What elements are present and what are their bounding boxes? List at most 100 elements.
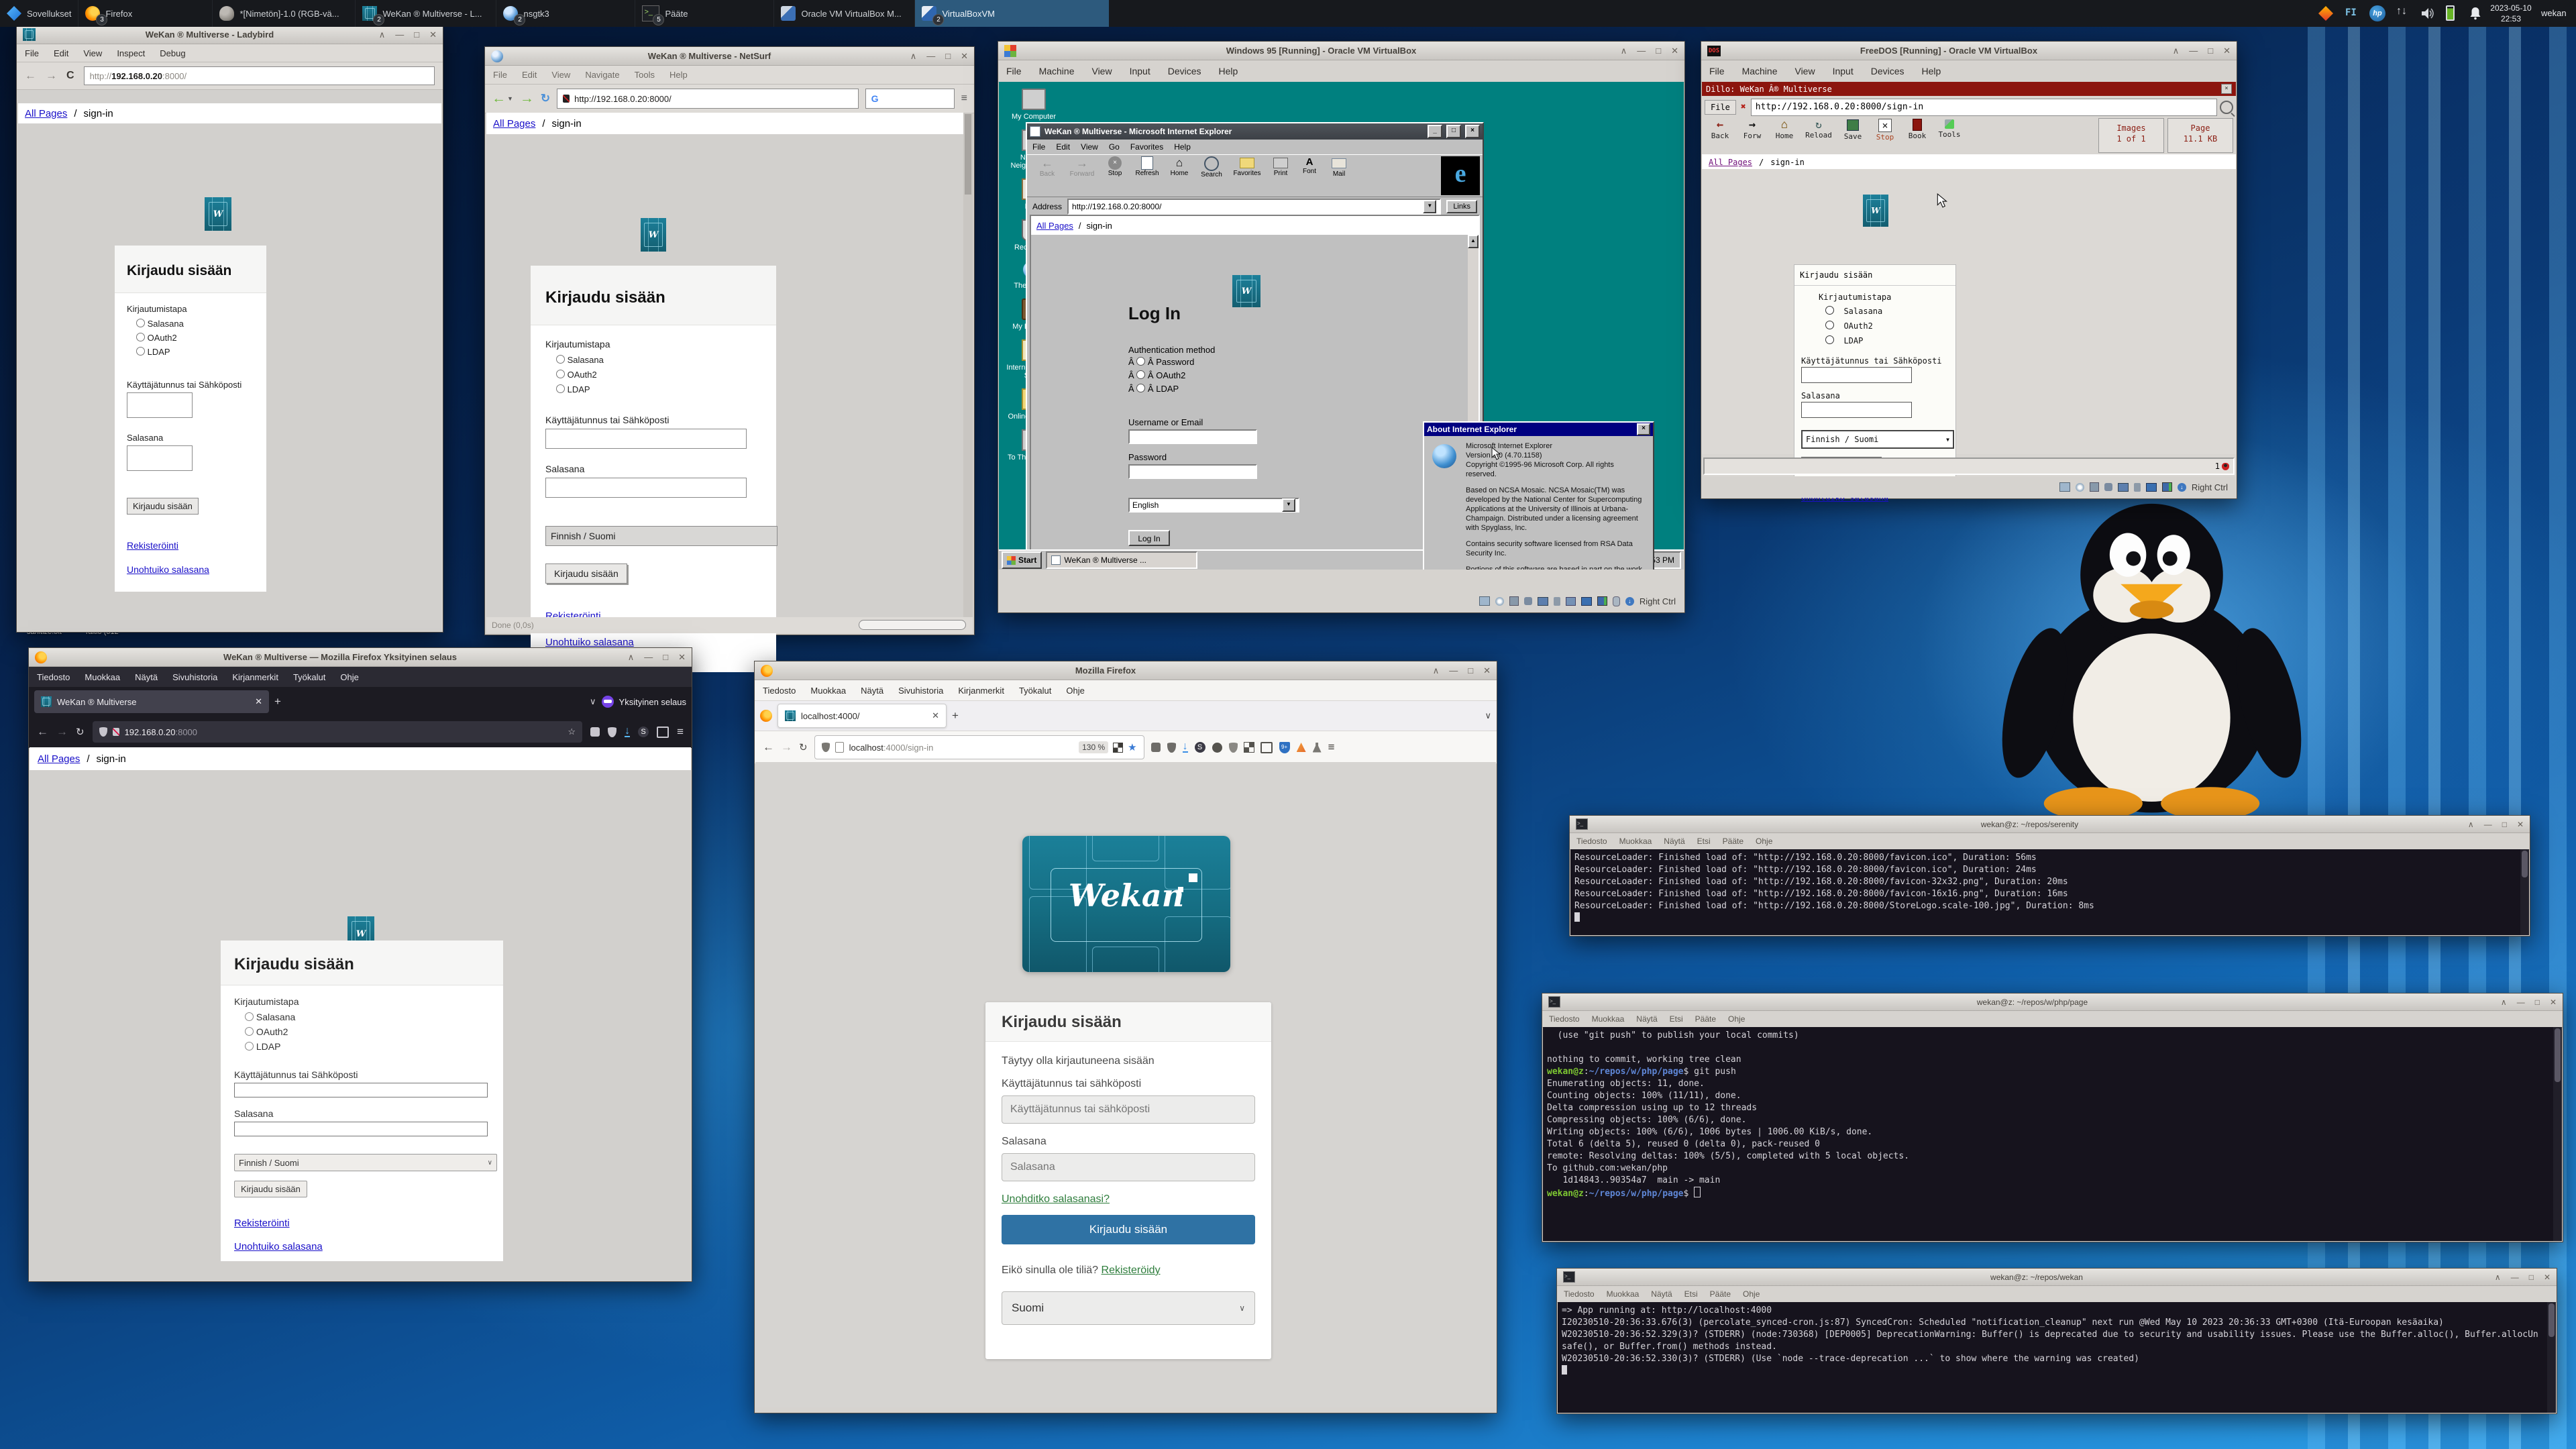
menu-tiedosto[interactable]: Tiedosto [1576,837,1607,846]
radio-icon[interactable] [1825,321,1834,329]
minimize-roll-icon[interactable]: ∧ [2468,820,2474,829]
ie-titlebar[interactable]: WeKan ® Multiverse - Microsoft Internet … [1027,123,1483,140]
menu-favorites[interactable]: Favorites [1130,142,1163,152]
taskbar-item-gimp[interactable]: *[Nimetön]-1.0 (RGB-vä... [212,0,355,27]
notification-icon[interactable] [2318,6,2333,21]
language-select[interactable]: Finnish / Suomi [545,526,777,546]
ie-favorites-button[interactable]: Favorites [1228,156,1266,195]
url-bar[interactable]: http://192.168.0.20:8000/ [557,89,858,109]
menu-machine[interactable]: Machine [1039,66,1075,76]
minimize-roll-icon[interactable]: ∧ [379,30,386,40]
radio-icon[interactable] [1136,384,1145,392]
minimize-roll-icon[interactable]: ∧ [1433,665,1440,676]
dark-extension-icon[interactable] [1212,743,1222,753]
maximize-icon[interactable]: □ [2502,820,2507,829]
menu-view[interactable]: View [1081,142,1098,152]
search-icon[interactable] [2220,101,2233,114]
username-input[interactable] [234,1083,488,1097]
menu-file[interactable]: File [1032,142,1045,152]
file-menu-button[interactable]: File [1705,100,1736,115]
password-input[interactable] [1128,464,1257,479]
menu-input[interactable]: Input [1833,66,1854,76]
menu-muokkaa[interactable]: Muokkaa [85,672,120,682]
applications-menu[interactable]: Sovellukset [0,0,78,27]
menu-input[interactable]: Input [1130,66,1150,76]
menu-paate[interactable]: Pääte [1695,1014,1716,1024]
s-extension-icon[interactable]: S [638,727,649,737]
menu-devices[interactable]: Devices [1168,66,1201,76]
download-icon[interactable]: ↓ [1183,742,1188,753]
menu-view[interactable]: View [551,70,570,80]
select-dropdown-icon[interactable]: ▼ [1946,437,1949,443]
ie-search-button[interactable]: Search [1195,156,1228,195]
menu-kirjanmerkit[interactable]: Kirjanmerkit [958,686,1004,696]
taskbar-item-terminal[interactable]: >_ Pääte 5 [635,0,773,27]
menu-muokkaa[interactable]: Muokkaa [1619,837,1652,846]
menu-help[interactable]: Help [1174,142,1191,152]
netsurf-scrollbar[interactable] [963,113,973,617]
list-tabs-icon[interactable]: ∨ [590,696,596,707]
terminal-output[interactable]: ResourceLoader: Finished load of: "http:… [1570,849,2520,935]
about-titlebar[interactable]: About Internet Explorer × [1424,423,1653,436]
menu-ohje[interactable]: Ohje [1066,686,1084,696]
radio-icon[interactable] [1136,370,1145,379]
vbox-titlebar[interactable]: DOS FreeDOS [Running] - Oracle VM Virtua… [1701,42,2237,60]
menu-inspect[interactable]: Inspect [117,48,145,58]
radio-salasana[interactable]: Salasana [1825,306,1949,316]
forgot-password-link[interactable]: Unohditko salasanasi? [1002,1193,1110,1205]
terminal-scrollbar[interactable] [2520,849,2529,935]
minimize-roll-icon[interactable]: ∧ [2173,46,2180,56]
menu-help[interactable]: Help [669,70,688,80]
signin-button[interactable]: Kirjaudu sisään [1002,1215,1255,1244]
taskbar-item-wekan-ladybird[interactable]: WeKan ® Multiverse - L... 2 [355,0,496,27]
language-select[interactable]: Suomi ∨ [1002,1291,1255,1325]
username-input[interactable] [1801,367,1912,383]
close-icon[interactable]: ✕ [2517,820,2524,829]
menu-edit[interactable]: Edit [1056,142,1070,152]
menu-file[interactable]: File [1006,66,1022,76]
taskbar-item-firefox[interactable]: Firefox 3 [78,0,212,27]
battery-tray-icon[interactable] [2446,5,2455,21]
radio-icon[interactable] [136,347,145,356]
terminal-output[interactable]: (use "git push" to publish your local co… [1543,1027,2553,1241]
shield-icon[interactable] [99,727,107,737]
menu-ohje[interactable]: Ohje [1756,837,1772,846]
minimize-icon[interactable]: — [1637,46,1646,56]
select-dropdown-icon[interactable]: ▼ [1282,498,1295,512]
radio-ldap[interactable]: LDAP [136,347,254,357]
library-icon[interactable] [657,727,669,738]
menu-machine[interactable]: Machine [1742,66,1778,76]
flask-extension-icon[interactable] [1313,743,1322,753]
breadcrumb-all-pages-link[interactable]: All Pages [1709,158,1752,167]
close-icon[interactable]: ✕ [1671,46,1678,56]
tab-close-icon[interactable]: ✕ [255,696,262,707]
radio-oauth2[interactable]: OAuth2 [136,333,254,343]
dillo-titlebar[interactable]: Dillo: WeKan Â® Multiverse × [1702,82,2236,96]
menu-tyokalut[interactable]: Työkalut [1019,686,1051,696]
menu-kirjanmerkit[interactable]: Kirjanmerkit [232,672,278,682]
menu-help[interactable]: Help [1922,66,1941,76]
language-select[interactable]: Finnish / Suomi▼ [1801,430,1954,449]
menu-view[interactable]: View [1091,66,1112,76]
terminal-output[interactable]: => App running at: http://localhost:4000… [1558,1302,2547,1413]
radio-oauth2[interactable]: OAuth2 [556,370,761,380]
menu-devices[interactable]: Devices [1871,66,1904,76]
menu-go[interactable]: Go [1109,142,1120,152]
new-tab-icon[interactable]: + [952,709,959,722]
hp-tray-icon[interactable]: hp [2369,5,2385,21]
maximize-icon[interactable]: □ [663,652,668,663]
reload-icon[interactable]: ↻ [799,741,808,753]
breadcrumb-all-pages-link[interactable]: All Pages [1036,221,1073,231]
menu-paate[interactable]: Pääte [1723,837,1743,846]
uo-shield-icon[interactable] [1229,743,1238,753]
extension-icon[interactable] [590,727,600,737]
network-tray-icon[interactable]: ↑↓ [2396,5,2407,17]
minimize-roll-icon[interactable]: ∧ [910,51,917,62]
radio-icon[interactable] [245,1042,254,1051]
dillo-back-button[interactable]: ←Back [1705,118,1735,153]
bookmark-star-icon[interactable]: ☆ [568,727,576,737]
radio-ldap[interactable]: LDAP [556,384,761,394]
close-icon[interactable]: ✕ [1483,665,1491,676]
back-icon[interactable]: ← [763,741,774,754]
ie-font-button[interactable]: AFont [1295,156,1324,195]
